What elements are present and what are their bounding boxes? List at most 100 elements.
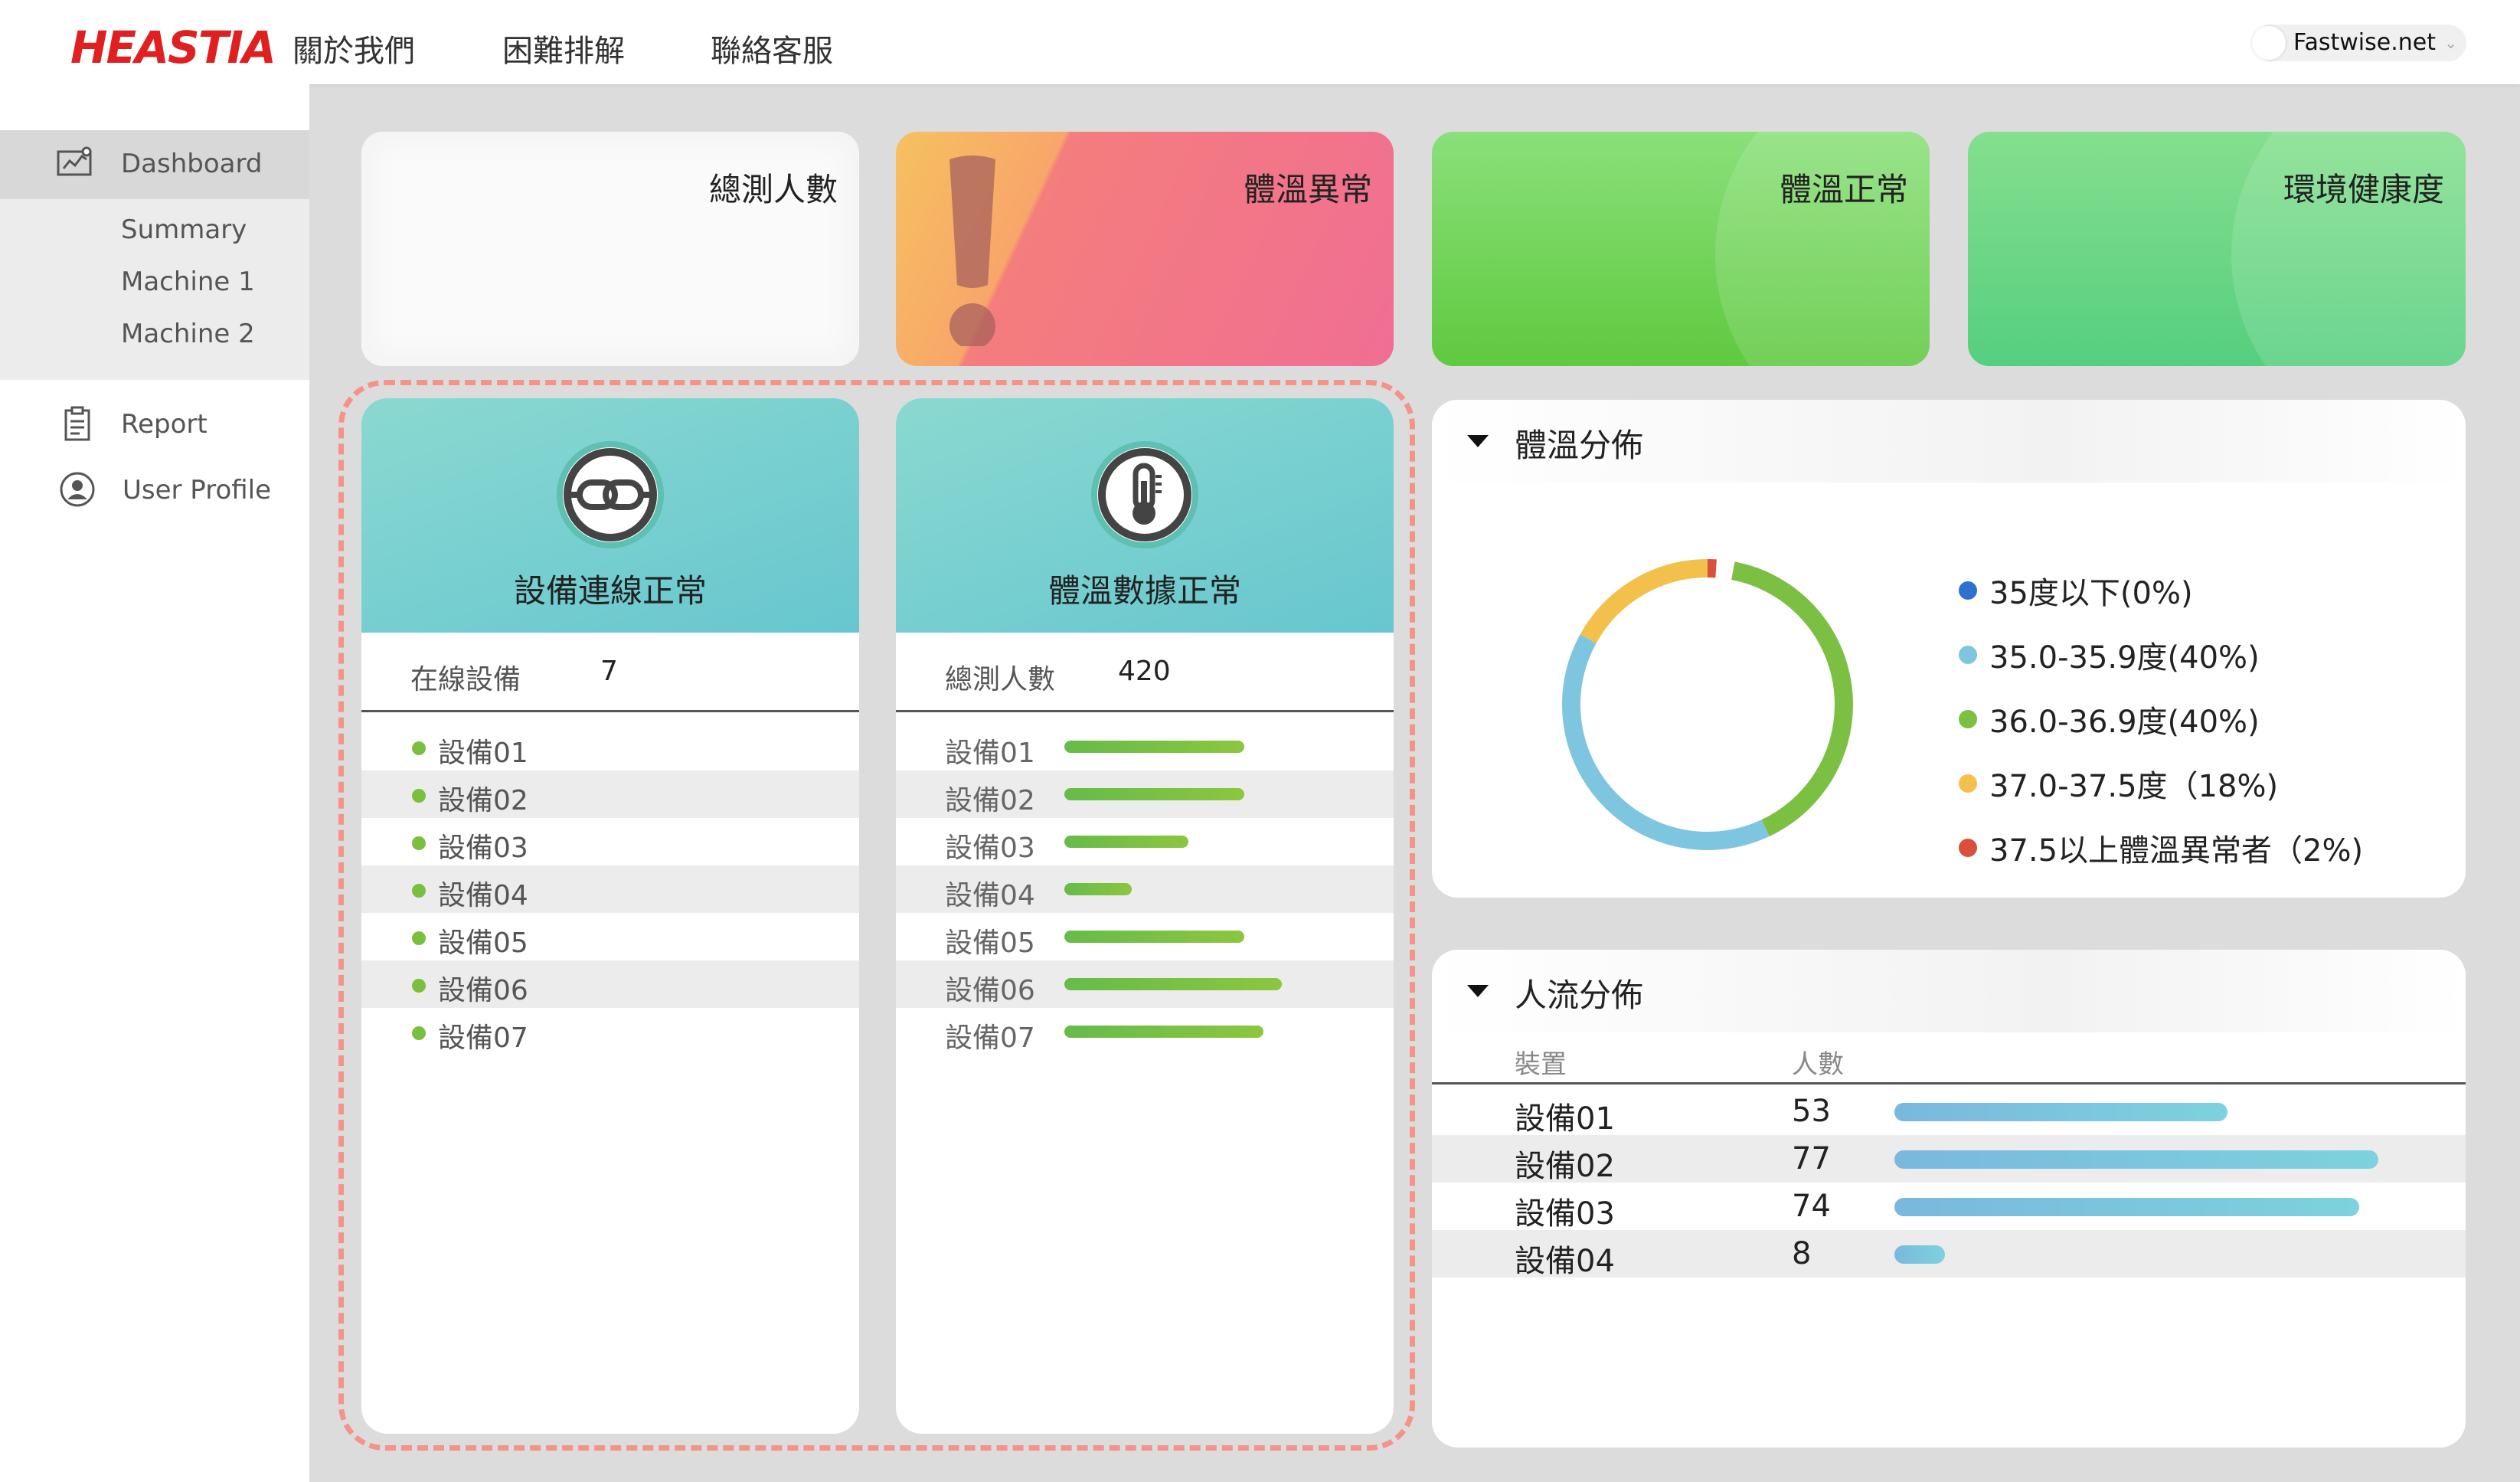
- flow-table-header: 裝置 人數: [1432, 1032, 2466, 1085]
- chevron-down-icon: ⌄: [2444, 34, 2457, 52]
- temperature-bar: [1064, 741, 1244, 753]
- table-row[interactable]: 設備07: [896, 1008, 1394, 1055]
- table-row[interactable]: 設備06: [361, 960, 859, 1008]
- sidebar-item-machine-1[interactable]: Machine 1: [121, 267, 255, 297]
- caret-down-icon: [1467, 435, 1489, 447]
- table-row[interactable]: 設備01: [361, 723, 859, 770]
- people-count: 53: [1792, 1094, 1831, 1129]
- legend-swatch: [1959, 710, 1977, 728]
- stat-card-environment[interactable]: 環境健康度: [1968, 132, 2466, 366]
- device-name: 設備06: [438, 975, 528, 1006]
- status-dot-icon: [412, 931, 426, 945]
- table-row[interactable]: 設備01: [896, 723, 1394, 770]
- legend-swatch: [1959, 646, 1977, 664]
- legend-swatch: [1959, 581, 1977, 600]
- account-menu[interactable]: Fastwise.net ⌄: [2251, 25, 2466, 61]
- table-row[interactable]: 設備03 74: [1432, 1183, 2466, 1232]
- temperature-bar: [1064, 836, 1188, 848]
- stat-card-normal[interactable]: 體溫正常: [1432, 132, 1930, 366]
- sidebar-item-label: User Profile: [123, 475, 272, 505]
- table-row[interactable]: 設備03: [361, 818, 859, 865]
- table-row[interactable]: 設備05: [896, 913, 1394, 960]
- device-name: 設備02: [1515, 1149, 1615, 1184]
- temperature-bar: [1064, 978, 1282, 990]
- table-row[interactable]: 設備05: [361, 913, 859, 960]
- sidebar-item-summary[interactable]: Summary: [121, 214, 247, 245]
- stat-label: 體溫異常: [1243, 171, 1372, 208]
- temperature-title: 體溫數據正常: [1048, 572, 1241, 610]
- stat-card-total[interactable]: 總測人數: [361, 132, 859, 366]
- status-dot-icon: [412, 836, 426, 850]
- status-dot-icon: [412, 979, 426, 993]
- device-name: 設備02: [945, 785, 1035, 816]
- stat-label: 總測人數: [708, 171, 838, 208]
- flow-bar: [1894, 1103, 2227, 1121]
- table-row[interactable]: 設備06: [896, 960, 1394, 1008]
- device-name: 設備03: [438, 833, 528, 864]
- exclamation-icon: [949, 155, 995, 346]
- legend-label: 37.5以上體溫異常者（2%): [1989, 833, 2364, 869]
- device-name: 設備05: [945, 927, 1035, 959]
- table-row[interactable]: 設備07: [361, 1008, 859, 1055]
- device-name: 設備04: [438, 880, 528, 911]
- connection-title: 設備連線正常: [513, 572, 707, 610]
- table-row[interactable]: 設備04 8: [1432, 1230, 2466, 1279]
- sidebar-item-label: Report: [121, 409, 208, 440]
- device-name: 設備04: [1515, 1244, 1615, 1279]
- sidebar-item-dashboard[interactable]: Dashboard: [0, 130, 309, 199]
- temperature-bar: [1064, 1026, 1263, 1038]
- summary-label: 在線設備: [410, 664, 521, 695]
- legend-label: 35.0-35.9度(40%): [1989, 640, 2260, 676]
- sidebar-item-report[interactable]: Report: [0, 391, 309, 460]
- connection-panel: 設備連線正常 在線設備 7 設備01 設備02 設備03 設備04 設備05 設備06 設備…: [361, 398, 859, 1434]
- flow-bar: [1894, 1245, 1945, 1264]
- device-name: 設備07: [438, 1022, 528, 1054]
- device-name: 設備01: [438, 738, 528, 769]
- table-row[interactable]: 設備03: [896, 818, 1394, 865]
- sidebar-item-user-profile[interactable]: User Profile: [0, 456, 309, 525]
- chart-icon: [57, 146, 92, 176]
- nav-support[interactable]: 聯絡客服: [711, 26, 833, 70]
- legend-label: 35度以下(0%): [1989, 576, 2193, 611]
- people-count: 8: [1792, 1236, 1812, 1271]
- link-icon-circle: [557, 441, 664, 548]
- summary-value: 420: [1118, 656, 1171, 687]
- flow-bar: [1894, 1198, 2359, 1216]
- top-bar: HEASTIA 關於我們 困難排解 聯絡客服 Fastwise.net ⌄: [0, 0, 2520, 84]
- thermometer-icon: [1098, 448, 1191, 541]
- table-row[interactable]: 設備01 53: [1432, 1088, 2466, 1137]
- summary-label: 總測人數: [945, 664, 1056, 695]
- nav-troubleshoot[interactable]: 困難排解: [502, 26, 625, 70]
- temperature-distribution-panel: 體溫分佈 35度以下(0%) 35.0-35.9度(40%) 36.0-36.9度(…: [1432, 400, 2466, 898]
- summary-value: 7: [600, 656, 618, 687]
- device-name: 設備03: [1515, 1196, 1615, 1232]
- flow-header[interactable]: 人流分佈: [1432, 950, 2466, 1032]
- people-count: 77: [1792, 1141, 1831, 1176]
- temperature-panel-header: 體溫數據正常: [896, 398, 1394, 633]
- distribution-header[interactable]: 體溫分佈: [1432, 400, 2466, 483]
- caret-down-icon: [1467, 985, 1489, 997]
- table-row[interactable]: 設備02: [896, 770, 1394, 818]
- nav-about[interactable]: 關於我們: [293, 26, 415, 70]
- avatar: [2251, 26, 2286, 60]
- stat-card-abnormal[interactable]: 體溫異常: [896, 132, 1394, 366]
- table-row[interactable]: 設備04: [361, 865, 859, 913]
- device-name: 設備03: [945, 833, 1035, 864]
- table-row[interactable]: 設備04: [896, 865, 1394, 913]
- table-row[interactable]: 設備02 77: [1432, 1135, 2466, 1184]
- brand-logo[interactable]: HEASTIA: [70, 21, 276, 74]
- account-site: Fastwise.net: [2293, 29, 2436, 56]
- distribution-title: 體溫分佈: [1515, 427, 1644, 464]
- people-count: 74: [1792, 1189, 1831, 1224]
- temperature-bar: [1064, 883, 1132, 895]
- stat-label: 體溫正常: [1779, 171, 1908, 208]
- stat-label: 環境健康度: [2283, 171, 2444, 208]
- temperature-bar: [1064, 931, 1244, 943]
- status-dot-icon: [412, 789, 426, 803]
- table-row[interactable]: 設備02: [361, 770, 859, 818]
- flow-title: 人流分佈: [1515, 977, 1644, 1014]
- device-name: 設備01: [1515, 1101, 1615, 1137]
- device-name: 設備01: [945, 738, 1035, 769]
- sidebar-item-machine-2[interactable]: Machine 2: [121, 319, 255, 349]
- distribution-donut-chart: [1562, 559, 1853, 850]
